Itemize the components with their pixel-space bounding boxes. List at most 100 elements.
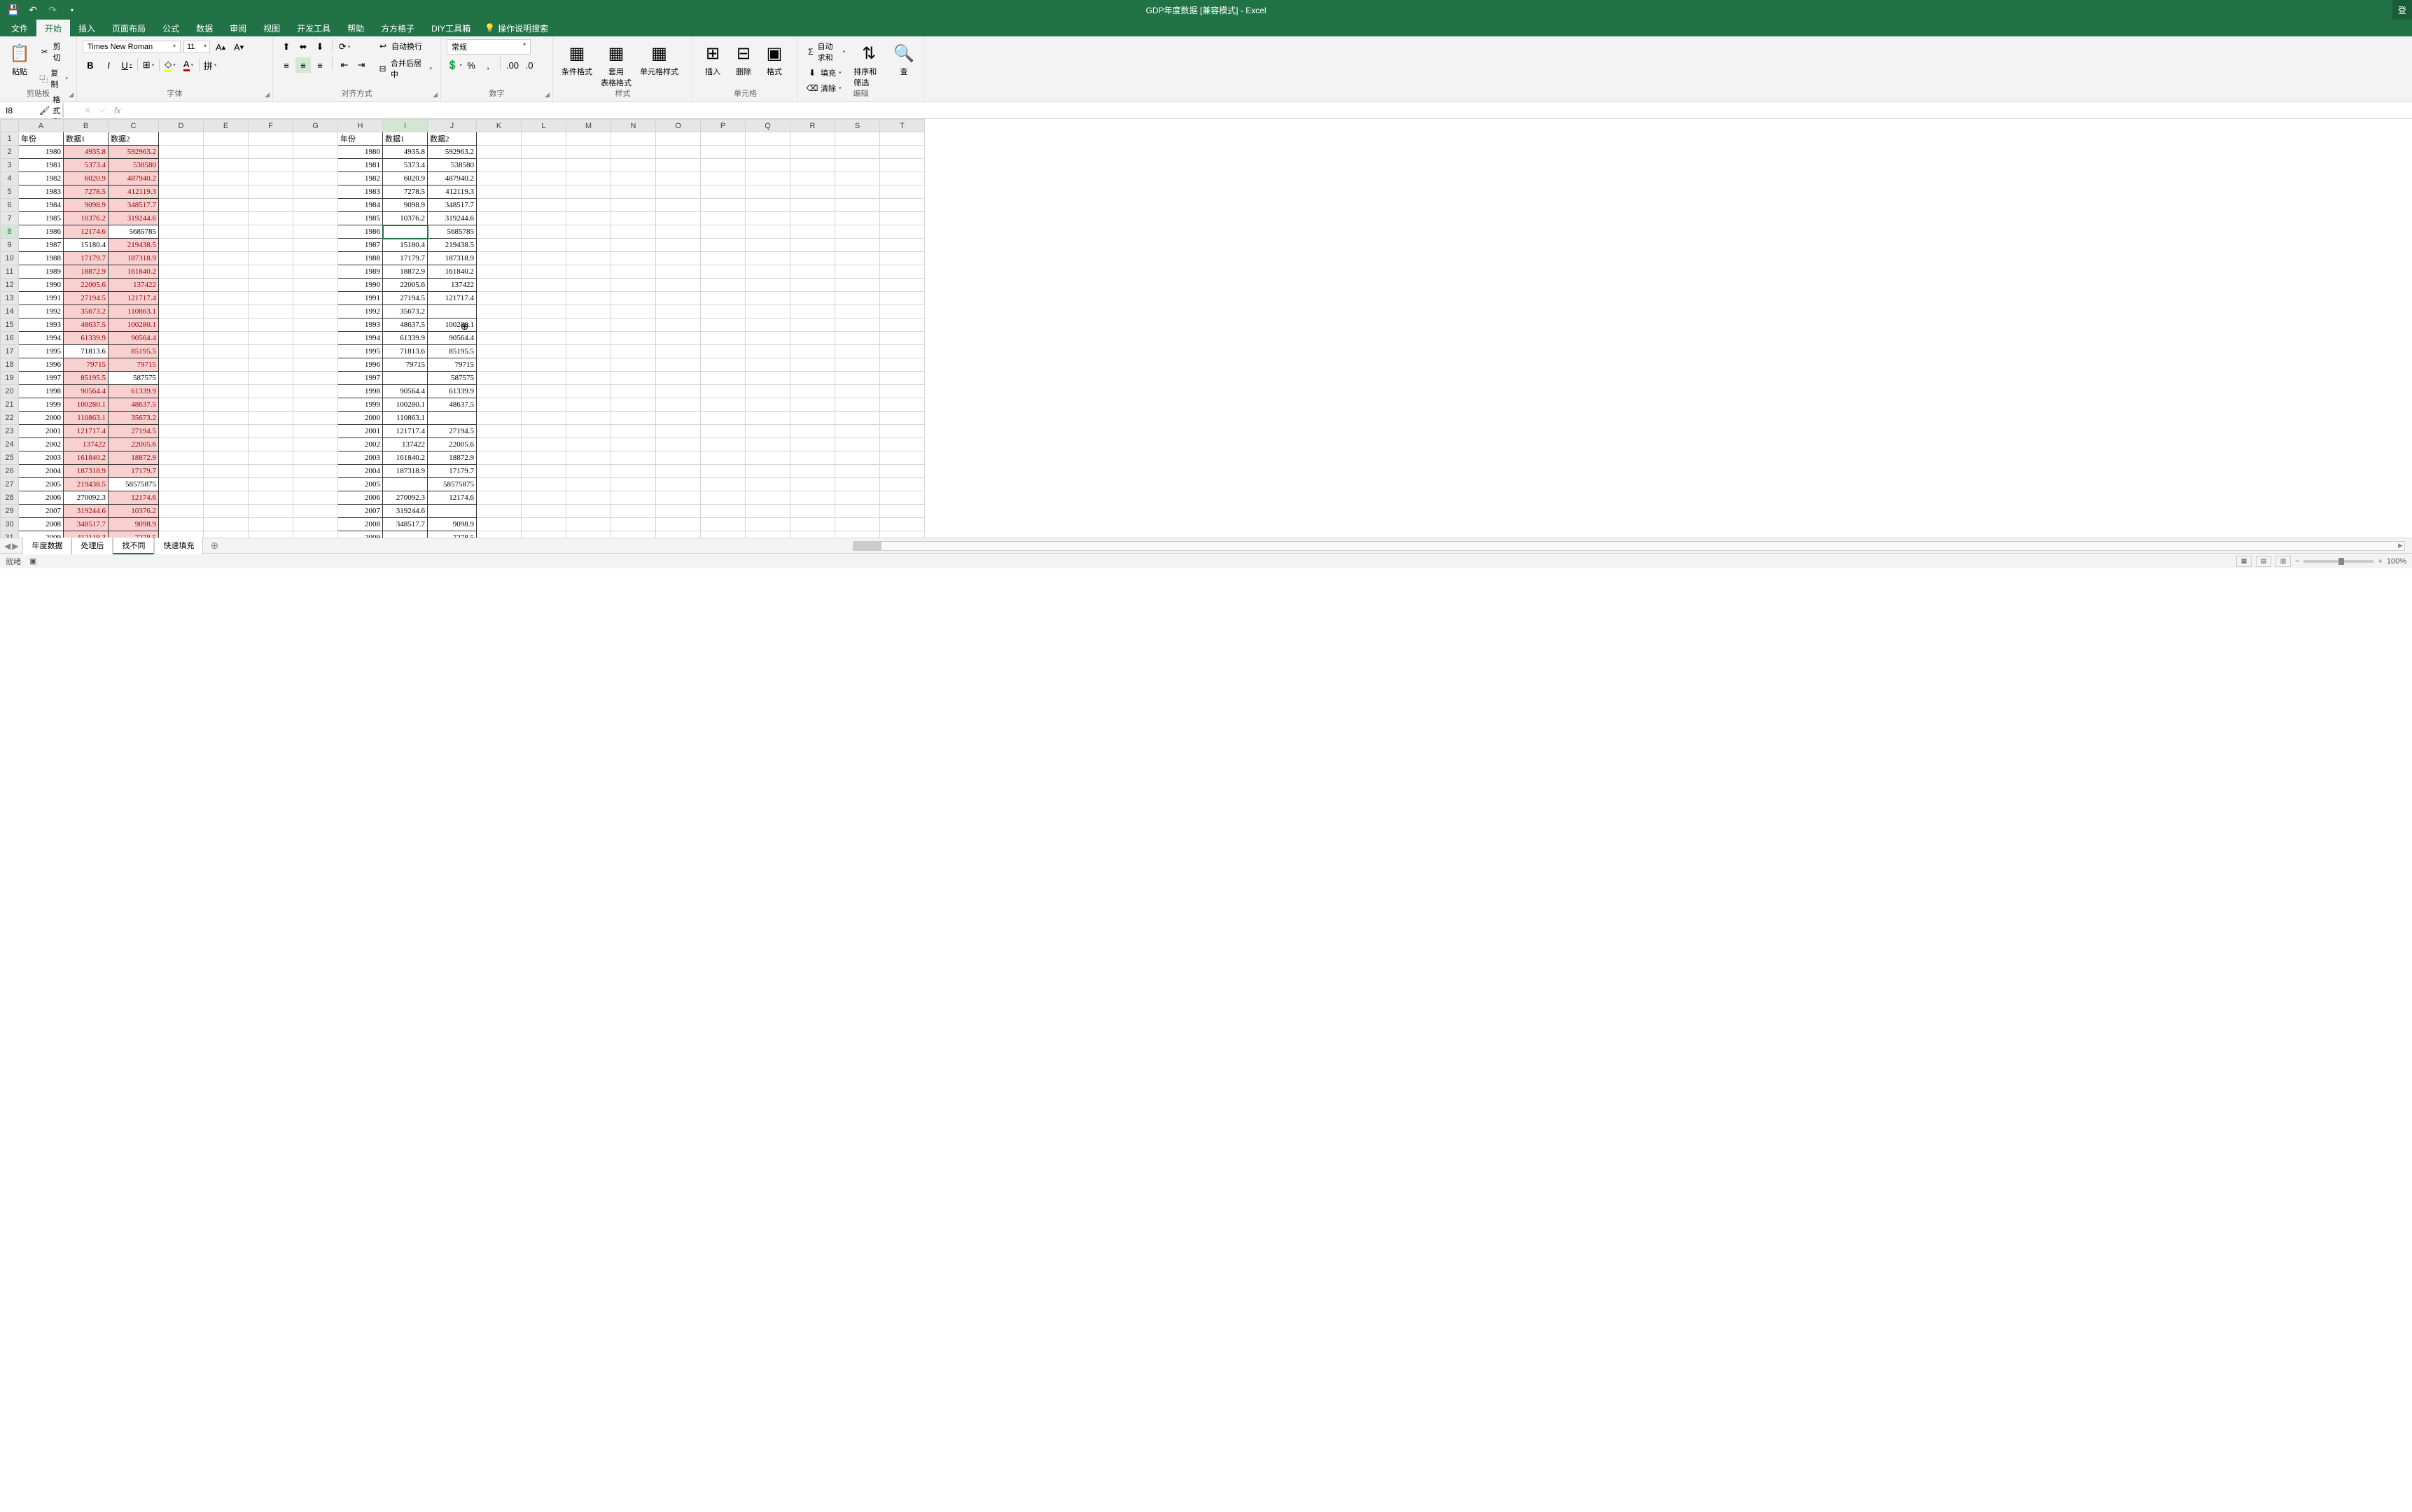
cell[interactable] — [790, 132, 835, 146]
cell[interactable] — [566, 252, 611, 265]
cell-B25[interactable]: 161840.2 — [64, 451, 109, 465]
cell[interactable] — [522, 385, 566, 398]
cell-C28[interactable]: 12174.6 — [109, 491, 159, 505]
cell[interactable] — [204, 518, 249, 531]
decrease-indent-icon[interactable]: ⇤ — [337, 57, 352, 73]
cell-H20[interactable]: 1998 — [338, 385, 383, 398]
row-header-22[interactable]: 22 — [1, 412, 19, 425]
cell[interactable] — [611, 372, 656, 385]
cell[interactable] — [701, 172, 746, 186]
row-header-23[interactable]: 23 — [1, 425, 19, 438]
cell[interactable] — [656, 159, 701, 172]
cell-J6[interactable]: 348517.7 — [428, 199, 477, 212]
autosum-button[interactable]: Σ自动求和 ▾ — [804, 39, 848, 64]
cell-H21[interactable]: 1999 — [338, 398, 383, 412]
cell[interactable] — [159, 239, 204, 252]
cell-I4[interactable]: 6020.9 — [383, 172, 428, 186]
cell[interactable] — [159, 225, 204, 239]
cell[interactable] — [293, 385, 338, 398]
cell[interactable] — [293, 531, 338, 538]
dialog-launcher-icon[interactable]: ◢ — [433, 91, 438, 99]
cell[interactable] — [293, 172, 338, 186]
row-header-15[interactable]: 15 — [1, 318, 19, 332]
accounting-format-icon[interactable]: 💲 — [447, 57, 462, 73]
cell[interactable] — [477, 478, 522, 491]
cell-J28[interactable]: 12174.6 — [428, 491, 477, 505]
cell-B28[interactable]: 270092.3 — [64, 491, 109, 505]
cell[interactable] — [656, 505, 701, 518]
cell[interactable] — [656, 186, 701, 199]
cell-I9[interactable]: 15180.4 — [383, 239, 428, 252]
cell-I23[interactable]: 121717.4 — [383, 425, 428, 438]
cell-C26[interactable]: 17179.7 — [109, 465, 159, 478]
cell[interactable] — [880, 425, 925, 438]
col-header-S[interactable]: S — [835, 120, 880, 132]
cell[interactable] — [835, 146, 880, 159]
cell[interactable] — [790, 225, 835, 239]
cell-H11[interactable]: 1989 — [338, 265, 383, 279]
cell[interactable] — [204, 398, 249, 412]
cell[interactable] — [611, 212, 656, 225]
cell[interactable] — [746, 265, 790, 279]
cell-B6[interactable]: 9098.9 — [64, 199, 109, 212]
cell[interactable] — [835, 438, 880, 451]
cell[interactable] — [159, 146, 204, 159]
wrap-text-button[interactable]: ↩自动换行 — [375, 39, 435, 53]
cell[interactable] — [701, 345, 746, 358]
cell-B27[interactable]: 219438.5 — [64, 478, 109, 491]
cell[interactable] — [204, 305, 249, 318]
cell-H23[interactable]: 2001 — [338, 425, 383, 438]
cell[interactable] — [790, 518, 835, 531]
cell[interactable] — [159, 372, 204, 385]
ribbon-tab-11[interactable]: DIY工具箱 — [423, 20, 479, 36]
cell-I5[interactable]: 7278.5 — [383, 186, 428, 199]
cell-I24[interactable]: 137422 — [383, 438, 428, 451]
cell-H30[interactable]: 2008 — [338, 518, 383, 531]
cell-H22[interactable]: 2000 — [338, 412, 383, 425]
col-header-T[interactable]: T — [880, 120, 925, 132]
cell[interactable] — [656, 398, 701, 412]
row-header-5[interactable]: 5 — [1, 186, 19, 199]
cell[interactable] — [611, 398, 656, 412]
cell[interactable] — [656, 199, 701, 212]
cell[interactable] — [477, 531, 522, 538]
cell[interactable] — [522, 318, 566, 332]
col-header-D[interactable]: D — [159, 120, 204, 132]
cell[interactable] — [522, 199, 566, 212]
cell[interactable] — [477, 412, 522, 425]
save-icon[interactable]: 💾 — [6, 2, 21, 18]
cell[interactable] — [522, 172, 566, 186]
cell[interactable] — [611, 505, 656, 518]
cell[interactable] — [522, 252, 566, 265]
cell-C11[interactable]: 161840.2 — [109, 265, 159, 279]
row-header-3[interactable]: 3 — [1, 159, 19, 172]
ribbon-tab-5[interactable]: 数据 — [188, 20, 221, 36]
align-center-icon[interactable]: ≡ — [295, 57, 311, 73]
cell-A2[interactable]: 1980 — [19, 146, 64, 159]
cell[interactable] — [746, 398, 790, 412]
cell[interactable] — [656, 332, 701, 345]
cell[interactable] — [293, 358, 338, 372]
align-bottom-icon[interactable]: ⬇ — [312, 39, 328, 55]
cell[interactable] — [880, 239, 925, 252]
cell-A7[interactable]: 1985 — [19, 212, 64, 225]
cell[interactable] — [159, 318, 204, 332]
cell-C21[interactable]: 48637.5 — [109, 398, 159, 412]
cell[interactable] — [835, 305, 880, 318]
cell[interactable] — [566, 345, 611, 358]
underline-button[interactable]: U — [119, 57, 134, 73]
cell-B4[interactable]: 6020.9 — [64, 172, 109, 186]
cell[interactable] — [656, 412, 701, 425]
cell-H5[interactable]: 1983 — [338, 186, 383, 199]
cell[interactable] — [159, 332, 204, 345]
cell[interactable] — [790, 318, 835, 332]
cell[interactable] — [701, 225, 746, 239]
cell[interactable] — [746, 465, 790, 478]
cell[interactable] — [204, 505, 249, 518]
cell-C19[interactable]: 587575 — [109, 372, 159, 385]
cell[interactable] — [746, 252, 790, 265]
cell-A28[interactable]: 2006 — [19, 491, 64, 505]
row-header-31[interactable]: 31 — [1, 531, 19, 538]
cell[interactable] — [566, 491, 611, 505]
spreadsheet-grid[interactable]: ABCDEFGHIJKLMNOPQRST1年份数据1数据2年份数据1数据2219… — [0, 119, 2412, 538]
